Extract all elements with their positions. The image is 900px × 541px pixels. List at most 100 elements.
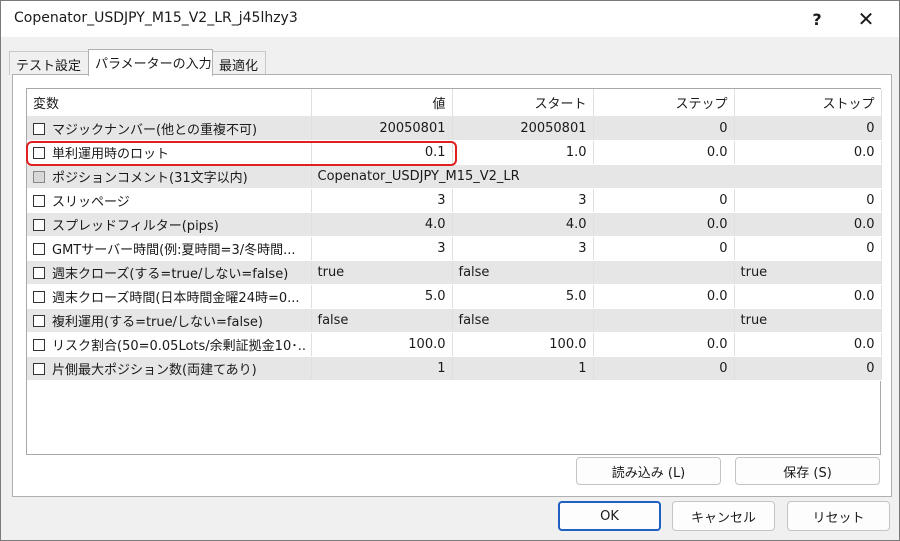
value-cell[interactable]: Copenator_USDJPY_M15_V2_LR	[311, 164, 882, 189]
start-cell[interactable]: 20050801	[452, 116, 594, 141]
param-name: 週末クローズ(する=true/しない=false)	[52, 266, 289, 282]
param-name-cell: スプレッドフィルター(pips)	[27, 212, 312, 237]
tab-optimization[interactable]: 最適化	[212, 51, 266, 75]
header-step[interactable]: ステップ	[593, 89, 735, 117]
optimize-checkbox[interactable]	[33, 266, 45, 279]
param-name: 単利運用時のロット	[52, 146, 170, 162]
header-start[interactable]: スタート	[452, 89, 594, 117]
start-cell[interactable]: 100.0	[452, 332, 594, 357]
window-title: Copenator_USDJPY_M15_V2_LR_j45lhzy3	[14, 10, 298, 26]
table-row[interactable]: 片側最大ポジション数(両建てあり) 1 1 0 0	[27, 356, 882, 381]
stop-cell[interactable]: 0	[734, 116, 882, 141]
header-variable[interactable]: 変数	[27, 89, 312, 117]
value-cell[interactable]: 0.1	[311, 140, 453, 165]
parameter-table: 変数 値 スタート ステップ ストップ マジックナンバー(他との重複不可) 20…	[27, 89, 882, 381]
start-cell[interactable]: 3	[452, 188, 594, 213]
header-stop[interactable]: ストップ	[734, 89, 882, 117]
optimize-checkbox[interactable]	[33, 362, 45, 375]
tab-test-settings[interactable]: テスト設定	[9, 51, 89, 75]
param-name-cell: ポジションコメント(31文字以内)	[27, 164, 312, 189]
stop-cell[interactable]: 0	[734, 188, 882, 213]
parameter-grid: 変数 値 スタート ステップ ストップ マジックナンバー(他との重複不可) 20…	[26, 88, 882, 455]
optimize-checkbox[interactable]	[33, 314, 45, 327]
value-cell[interactable]: 1	[311, 356, 453, 381]
stop-cell[interactable]: 0.0	[734, 140, 882, 165]
start-cell[interactable]: false	[452, 260, 594, 285]
value-cell[interactable]: false	[311, 308, 453, 333]
param-name: GMTサーバー時間(例:夏時間=3/冬時間...	[52, 242, 296, 258]
optimize-checkbox[interactable]	[33, 218, 45, 231]
stop-cell[interactable]: 0.0	[734, 284, 882, 309]
close-icon[interactable]: ✕	[843, 1, 889, 37]
optimize-checkbox[interactable]	[33, 290, 45, 303]
table-row[interactable]: 単利運用時のロット 0.1 1.0 0.0 0.0	[27, 140, 882, 165]
step-cell[interactable]: 0.0	[593, 212, 735, 237]
save-button[interactable]: 保存 (S)	[735, 457, 880, 485]
stop-cell[interactable]: true	[734, 308, 882, 333]
table-header-row: 変数 値 スタート ステップ ストップ	[27, 89, 882, 117]
value-cell[interactable]: 5.0	[311, 284, 453, 309]
step-cell[interactable]: 0	[593, 188, 735, 213]
step-cell[interactable]: 0	[593, 116, 735, 141]
ok-button[interactable]: OK	[558, 501, 661, 531]
parameter-panel: 変数 値 スタート ステップ ストップ マジックナンバー(他との重複不可) 20…	[12, 74, 892, 497]
tab-parameter-input[interactable]: パラメーターの入力	[88, 49, 213, 76]
param-name-cell: マジックナンバー(他との重複不可)	[27, 116, 312, 141]
param-name: スプレッドフィルター(pips)	[52, 218, 219, 234]
table-row[interactable]: マジックナンバー(他との重複不可) 20050801 20050801 0 0	[27, 116, 882, 141]
stop-cell[interactable]: 0.0	[734, 332, 882, 357]
param-name-cell: 週末クローズ時間(日本時間金曜24時=0...	[27, 284, 312, 309]
help-button[interactable]: ?	[794, 1, 840, 37]
table-row[interactable]: 週末クローズ時間(日本時間金曜24時=0... 5.0 5.0 0.0 0.0	[27, 284, 882, 309]
table-row[interactable]: 複利運用(する=true/しない=false) false false true	[27, 308, 882, 333]
table-row[interactable]: ポジションコメント(31文字以内) Copenator_USDJPY_M15_V…	[27, 164, 882, 189]
table-row[interactable]: 週末クローズ(する=true/しない=false) true false tru…	[27, 260, 882, 285]
table-row[interactable]: スリッページ 3 3 0 0	[27, 188, 882, 213]
optimize-checkbox[interactable]	[33, 146, 45, 159]
value-cell[interactable]: true	[311, 260, 453, 285]
step-cell[interactable]	[593, 308, 735, 333]
param-name: スリッページ	[52, 194, 130, 210]
param-name-cell: GMTサーバー時間(例:夏時間=3/冬時間...	[27, 236, 312, 261]
stop-cell[interactable]: 0.0	[734, 212, 882, 237]
table-row[interactable]: スプレッドフィルター(pips) 4.0 4.0 0.0 0.0	[27, 212, 882, 237]
reset-button[interactable]: リセット	[787, 501, 890, 531]
stop-cell[interactable]: 0	[734, 356, 882, 381]
step-cell[interactable]	[593, 260, 735, 285]
start-cell[interactable]: 1.0	[452, 140, 594, 165]
cancel-button[interactable]: キャンセル	[672, 501, 775, 531]
param-name: 週末クローズ時間(日本時間金曜24時=0...	[52, 290, 300, 306]
start-cell[interactable]: false	[452, 308, 594, 333]
step-cell[interactable]: 0	[593, 356, 735, 381]
value-cell[interactable]: 100.0	[311, 332, 453, 357]
param-name: ポジションコメント(31文字以内)	[52, 170, 248, 186]
param-name: リスク割合(50=0.05Lots/余剰証拠金10･..	[52, 338, 306, 354]
param-name: 片側最大ポジション数(両建てあり)	[52, 362, 257, 378]
optimize-checkbox[interactable]	[33, 242, 45, 255]
load-button[interactable]: 読み込み (L)	[576, 457, 721, 485]
stop-cell[interactable]: 0	[734, 236, 882, 261]
value-cell[interactable]: 3	[311, 188, 453, 213]
step-cell[interactable]: 0	[593, 236, 735, 261]
param-name-cell: スリッページ	[27, 188, 312, 213]
value-cell[interactable]: 3	[311, 236, 453, 261]
table-row[interactable]: リスク割合(50=0.05Lots/余剰証拠金10･.. 100.0 100.0…	[27, 332, 882, 357]
value-cell[interactable]: 20050801	[311, 116, 453, 141]
param-name: マジックナンバー(他との重複不可)	[52, 122, 258, 138]
step-cell[interactable]: 0.0	[593, 332, 735, 357]
step-cell[interactable]: 0.0	[593, 140, 735, 165]
value-cell[interactable]: 4.0	[311, 212, 453, 237]
optimize-checkbox[interactable]	[33, 338, 45, 351]
start-cell[interactable]: 5.0	[452, 284, 594, 309]
start-cell[interactable]: 1	[452, 356, 594, 381]
optimize-checkbox	[33, 170, 45, 183]
param-name-cell: 単利運用時のロット	[27, 140, 312, 165]
start-cell[interactable]: 3	[452, 236, 594, 261]
table-row[interactable]: GMTサーバー時間(例:夏時間=3/冬時間... 3 3 0 0	[27, 236, 882, 261]
optimize-checkbox[interactable]	[33, 194, 45, 207]
step-cell[interactable]: 0.0	[593, 284, 735, 309]
optimize-checkbox[interactable]	[33, 122, 45, 135]
stop-cell[interactable]: true	[734, 260, 882, 285]
header-value[interactable]: 値	[311, 89, 453, 117]
start-cell[interactable]: 4.0	[452, 212, 594, 237]
